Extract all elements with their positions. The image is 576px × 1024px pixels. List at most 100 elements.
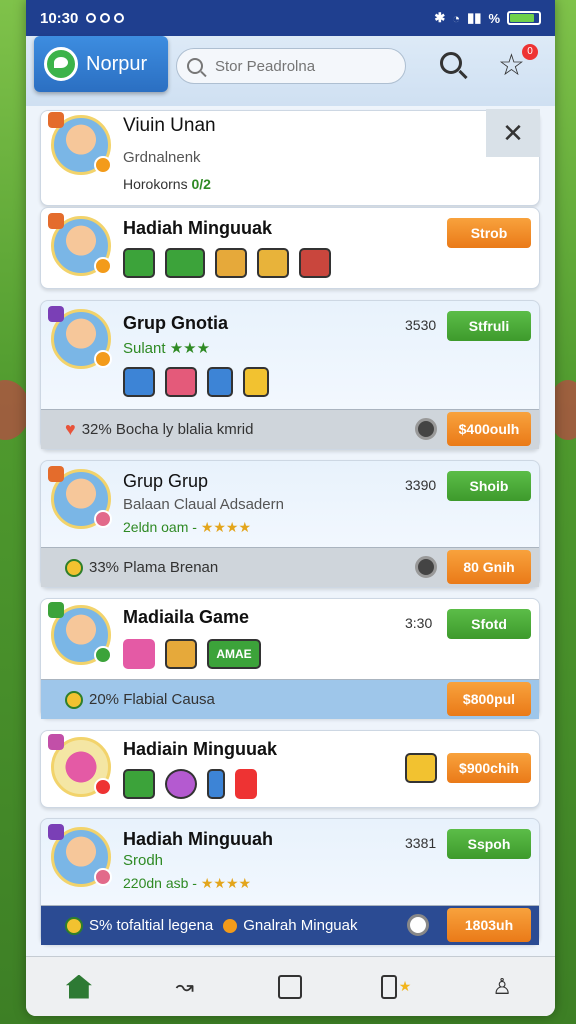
button-label: $900chih: [459, 760, 519, 776]
reward-items: [123, 248, 331, 278]
bookmark-icon: [381, 974, 397, 999]
chest-item-icon: [123, 367, 155, 397]
battery-icon: [507, 11, 541, 25]
button-label: 80 Gnih: [463, 559, 515, 575]
claim-button[interactable]: Strob: [447, 218, 531, 248]
rank-badge: [48, 306, 64, 322]
card-meta: 2eldn oam - ★★★★: [123, 519, 251, 536]
share-icon: ↝: [175, 973, 194, 999]
reward-card[interactable]: Hadiah Minguuah Srodh 220dn asb - ★★★★ 3…: [40, 818, 540, 945]
card-meta: Horokorns 0/2: [123, 176, 211, 192]
search-box[interactable]: [176, 48, 406, 84]
coin-icon: [65, 916, 83, 935]
claim-button[interactable]: Sspoh: [447, 829, 531, 859]
lock-item-icon: [207, 769, 225, 799]
box-item-icon: [165, 639, 197, 669]
coin-icon: [415, 418, 437, 440]
card-count: 3381: [405, 835, 437, 851]
button-label: 1803uh: [464, 917, 514, 933]
potion-item-icon: [165, 769, 197, 799]
sticker-icon: [94, 350, 112, 368]
nav-home[interactable]: [64, 972, 94, 1002]
reward-items: [123, 367, 269, 397]
nav-profile[interactable]: ♙: [487, 972, 517, 1002]
app-bar: Norpur ☆ 0: [26, 36, 555, 106]
coin-item-icon: [243, 367, 269, 397]
card-meta: 220dn asb - ★★★★: [123, 875, 251, 892]
coin-icon: [65, 558, 83, 577]
avatar: [48, 734, 112, 797]
rating-stars: ★★★: [169, 340, 211, 357]
rank-badge: [48, 466, 64, 482]
rank-badge: [48, 213, 64, 229]
gem-item-icon: [165, 367, 197, 397]
search-button[interactable]: [440, 52, 468, 80]
button-label: Shoib: [469, 478, 509, 494]
app-screen: 10:30 ✱ ◔ ▮▮ % Norpur ☆ 0 Viuin Unan Grd: [26, 0, 555, 1016]
card-title: Madiaila Game: [123, 607, 250, 627]
footer-text: 20% Flabial Causa: [89, 691, 215, 708]
reward-items: AMAE: [123, 639, 261, 669]
card-count: 3530: [405, 317, 437, 333]
buy-button[interactable]: $800pul: [447, 682, 531, 716]
coin-icon: [415, 556, 437, 578]
card-subtitle: Balaan Claual Adsadern: [123, 496, 284, 513]
card-title: Grup Gnotia: [123, 313, 228, 333]
reward-card[interactable]: Viuin Unan Grdnalnenk Horokorns 0/2 ✕: [40, 109, 540, 206]
search-input[interactable]: [215, 57, 395, 75]
card-footer: 33% Plama Brenan 80 Gnih: [41, 547, 539, 587]
reward-card[interactable]: Grup Grup Balaan Claual Adsadern 2eldn o…: [40, 460, 540, 588]
chest-item-icon: [215, 248, 247, 278]
card-count: 3:30: [405, 615, 433, 631]
card-subtitle: Srodh: [123, 852, 164, 869]
avatar: [48, 213, 112, 276]
nav-share[interactable]: ↝: [170, 972, 200, 1002]
card-footer: 20% Flabial Causa $800pul: [41, 679, 539, 719]
close-button[interactable]: ✕: [486, 109, 540, 157]
status-icon: [100, 13, 111, 23]
claim-button[interactable]: Sfotd: [447, 609, 531, 639]
percent-icon: %: [488, 10, 500, 26]
favorites-button[interactable]: ☆ 0: [498, 44, 538, 84]
sticker-icon: [94, 510, 112, 528]
card-title: Hadiain Minguuak: [123, 739, 278, 759]
buy-button[interactable]: 1803uh: [447, 908, 531, 942]
card-subtitle: Grdnalnenk: [123, 149, 201, 166]
brand-button[interactable]: Norpur: [34, 36, 168, 92]
star-item-icon: [235, 769, 257, 799]
nav-bookmark[interactable]: ★: [381, 972, 411, 1002]
rating-stars: ★★★★: [200, 519, 252, 535]
card-footer: ♥ 32% Bocha ly blalia kmrid $400oulh: [41, 409, 539, 449]
reward-card[interactable]: Grup Gnotia Sulant ★★★ 3530 Stfruli ♥ 32…: [40, 300, 540, 450]
sticker-icon: [94, 156, 112, 174]
coin-icon: [65, 690, 83, 709]
item-badge: AMAE: [207, 639, 261, 669]
sticker-icon: [94, 646, 112, 664]
status-time: 10:30: [40, 9, 79, 27]
sticker-icon: [94, 257, 112, 275]
reward-card[interactable]: Madiaila Game AMAE 3:30 Sfotd 20% Flabia…: [40, 598, 540, 719]
nav-puzzle[interactable]: [275, 972, 305, 1002]
subtitle-text: Sulant: [123, 340, 166, 357]
claim-button[interactable]: Stfruli: [447, 311, 531, 341]
buy-button[interactable]: $400oulh: [447, 412, 531, 446]
reward-items: [123, 769, 257, 799]
notification-badge: 0: [522, 44, 538, 60]
avatar: [48, 466, 112, 529]
claim-button[interactable]: Shoib: [447, 471, 531, 501]
avatar: [48, 112, 112, 175]
reward-card[interactable]: Hadiah Minguuak Strob: [40, 207, 540, 289]
reward-card[interactable]: Hadiain Minguuak $900chih: [40, 730, 540, 808]
signal-icon: ▮▮: [467, 10, 482, 25]
card-title: Grup Grup: [123, 471, 209, 491]
meta-label: Horokorns: [123, 176, 188, 192]
buy-button[interactable]: $900chih: [447, 753, 531, 783]
card-subtitle: Sulant ★★★: [123, 339, 210, 357]
sticker-icon: [94, 778, 112, 796]
buy-button[interactable]: 80 Gnih: [447, 550, 531, 584]
brand-label: Norpur: [86, 52, 148, 75]
sticker-icon: [94, 868, 112, 886]
home-icon: [65, 974, 92, 999]
puzzle-icon: [278, 974, 303, 999]
button-label: $400oulh: [458, 421, 520, 437]
